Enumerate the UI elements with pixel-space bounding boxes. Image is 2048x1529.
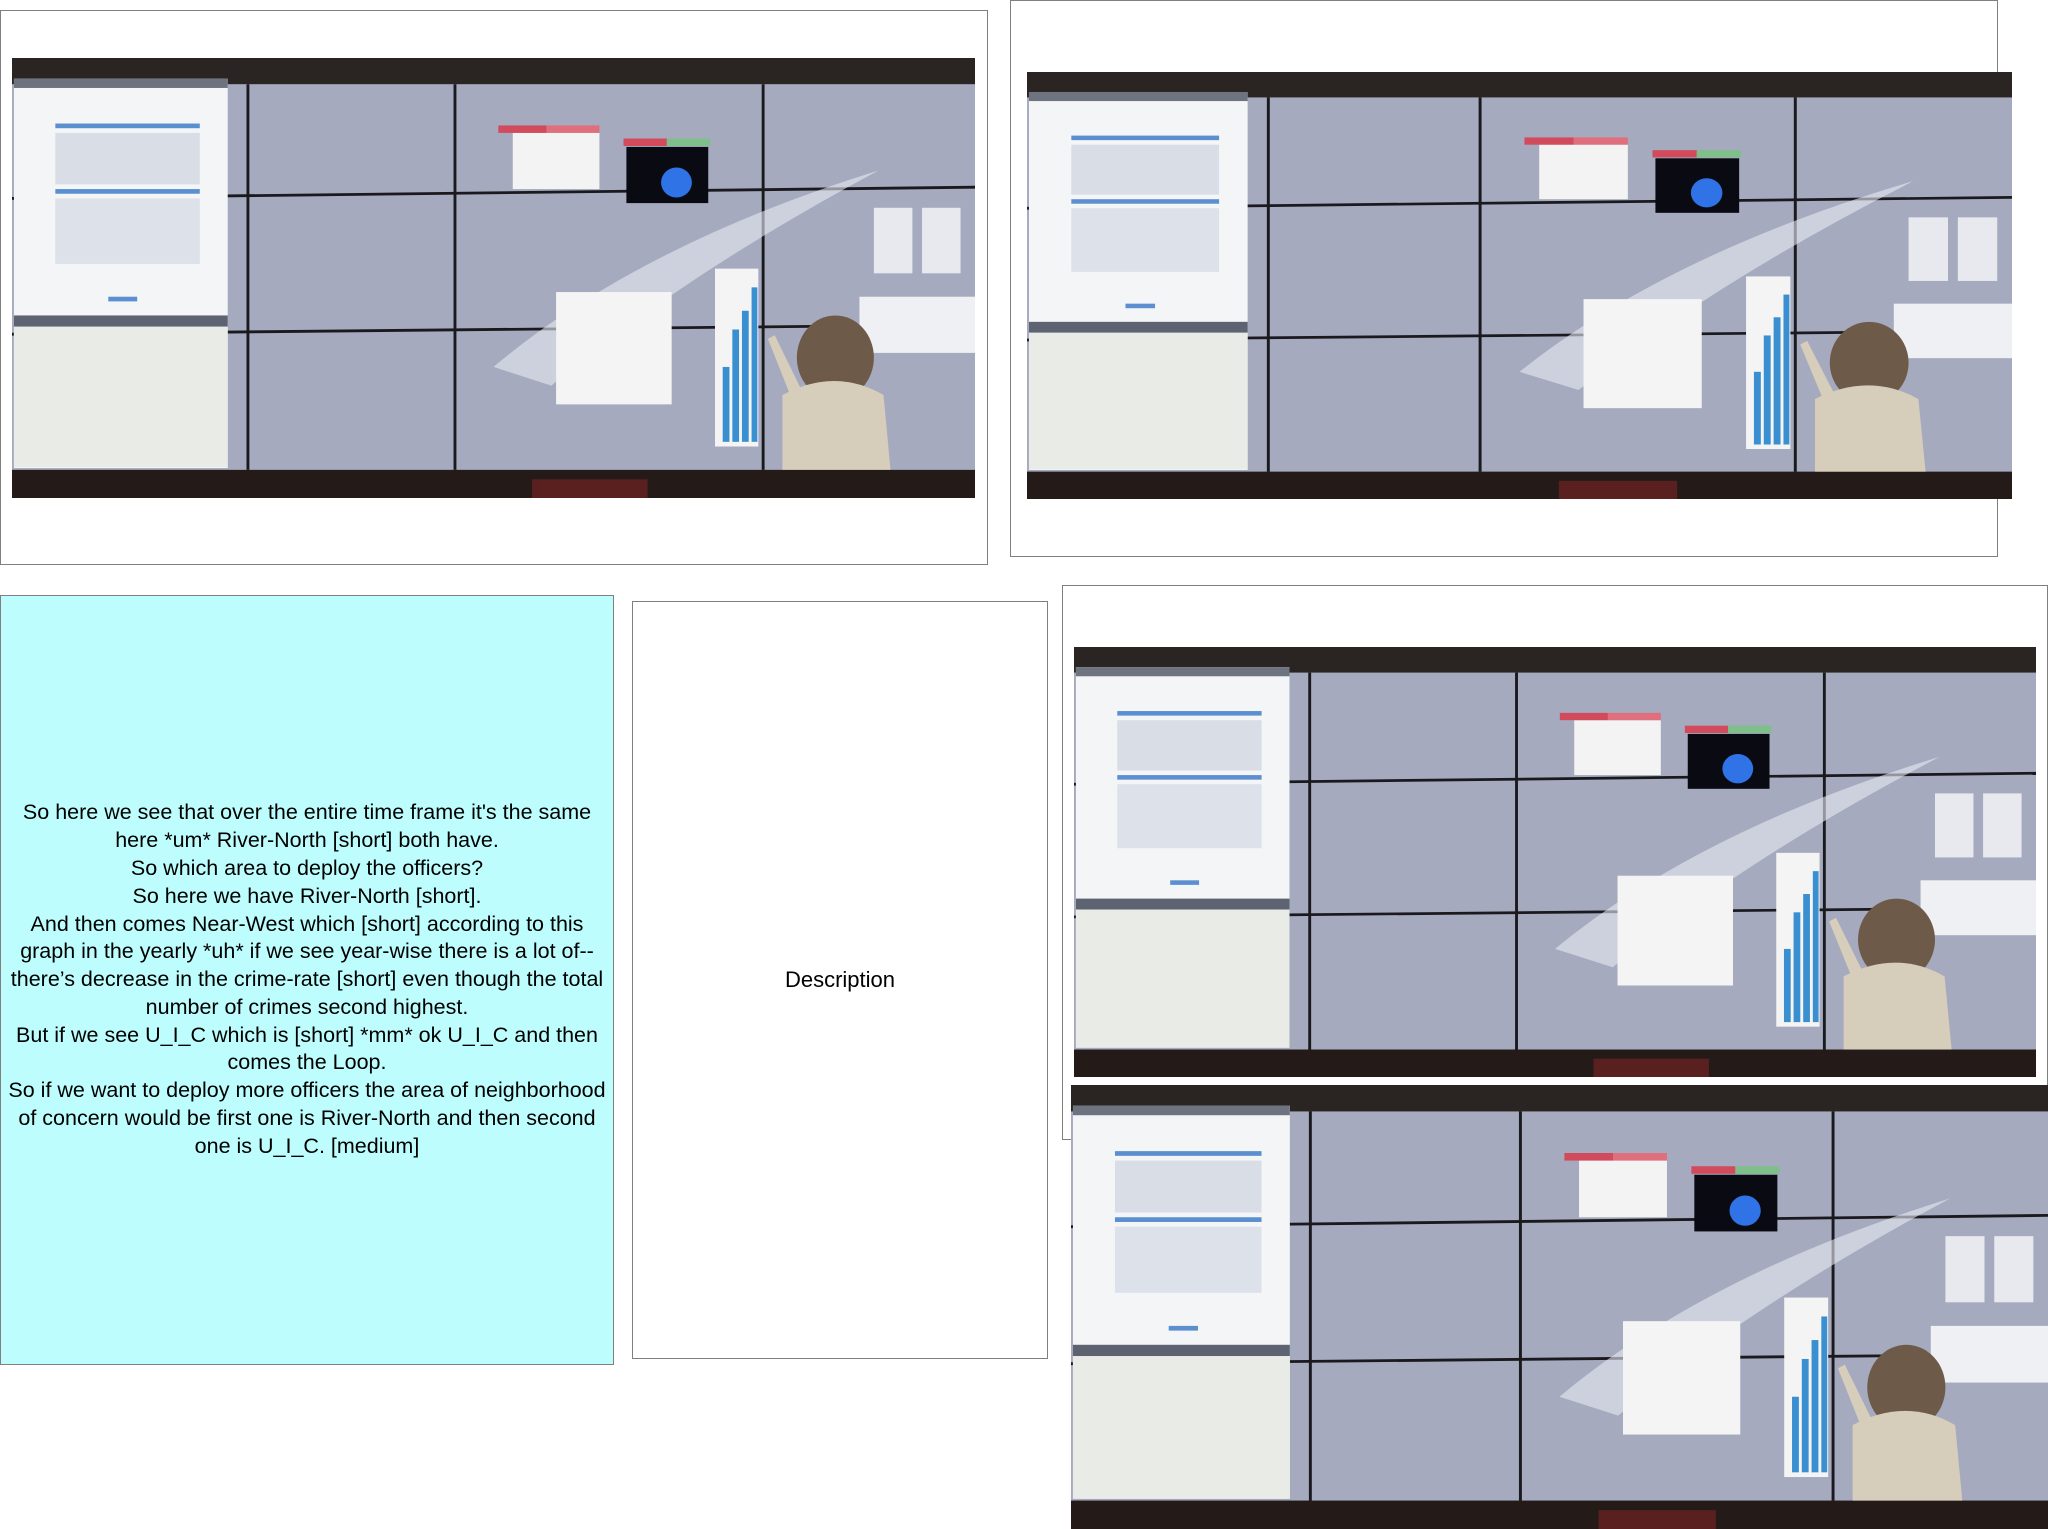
wall-photo-top-left xyxy=(12,58,975,498)
wall-photo-image xyxy=(1027,72,2012,499)
transcript-box: So here we see that over the entire time… xyxy=(0,595,614,1365)
wall-photo-top-right xyxy=(1027,72,2012,499)
transcript-line: So which area to deploy the officers? xyxy=(130,855,484,880)
wall-photo-image xyxy=(1071,1085,2048,1529)
wall-photo-bottom-right-1 xyxy=(1074,647,2036,1077)
description-label: Description xyxy=(784,967,896,992)
transcript-line: But if we see U_I_C which is [short] *mm… xyxy=(16,1022,598,1075)
transcript-line: So here we have River-North [short]. xyxy=(132,883,482,908)
transcript-line: And then comes Near-West which [short] a… xyxy=(10,911,604,1019)
transcript-text: So here we see that over the entire time… xyxy=(1,799,613,1160)
description-box: Description xyxy=(632,601,1048,1359)
transcript-line: So here we see that over the entire time… xyxy=(22,800,592,853)
wall-photo-image xyxy=(12,58,975,498)
transcript-line: So if we want to deploy more officers th… xyxy=(8,1078,606,1158)
wall-photo-image xyxy=(1074,647,2036,1077)
wall-photo-bottom-right-2 xyxy=(1071,1085,2048,1529)
